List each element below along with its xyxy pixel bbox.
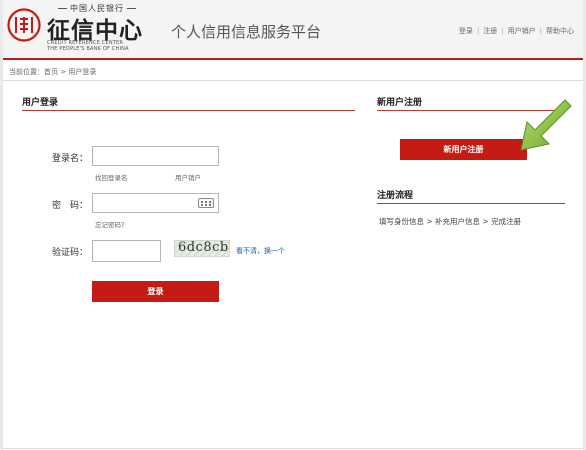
process-section-title: 注册流程	[377, 191, 414, 201]
captcha-label: 验证码：	[51, 248, 88, 258]
password-label: 密 码：	[51, 201, 88, 211]
page: 中国人民银行 征信中心 CREDIT REFERENCE CENTER THE …	[3, 0, 583, 450]
new-user-register-button[interactable]: 新用户注册	[400, 139, 527, 160]
footer-divider	[3, 448, 583, 449]
pointer-arrow-icon	[520, 99, 572, 151]
nav-help-link[interactable]: 帮助中心	[546, 27, 574, 35]
logo-seal-icon	[7, 8, 41, 42]
refresh-captcha-link[interactable]: 看不清，换一个	[236, 246, 285, 256]
captcha-input[interactable]	[92, 240, 161, 262]
breadcrumb: 当前位置：首页 > 用户登录	[9, 68, 97, 76]
top-nav: 登录 | 注册 | 用户销户 | 帮助中心	[458, 27, 574, 35]
captcha-text: 6dc8cb	[178, 240, 229, 255]
nav-register-link[interactable]: 注册	[483, 27, 497, 35]
header-divider	[3, 58, 583, 60]
registration-steps: 填写身份信息 > 补充用户信息 > 完成注册	[379, 217, 522, 226]
username-input[interactable]	[92, 146, 219, 166]
nav-logout-link[interactable]: 用户销户	[508, 27, 536, 35]
captcha-image[interactable]: 6dc8cb	[174, 240, 230, 257]
breadcrumb-divider	[3, 80, 583, 81]
platform-title: 个人信用信息服务平台	[171, 23, 322, 41]
register-section-title: 新用户注册	[377, 98, 423, 108]
cancel-account-link[interactable]: 用户销户	[175, 172, 201, 182]
login-section-divider	[22, 110, 355, 111]
soft-keyboard-icon[interactable]	[198, 198, 214, 208]
forgot-password-link[interactable]: 忘记密码？	[95, 219, 128, 229]
logo-english-line2: THE PEOPLE'S BANK OF CHINA	[47, 46, 129, 52]
username-label: 登录名：	[51, 154, 88, 164]
recover-username-link[interactable]: 找回登录名	[95, 172, 128, 182]
nav-login-link[interactable]: 登录	[459, 27, 473, 35]
login-button[interactable]: 登录	[92, 281, 219, 302]
process-section-divider	[377, 203, 565, 204]
site-header: 中国人民银行 征信中心 CREDIT REFERENCE CENTER THE …	[3, 0, 583, 58]
login-section-title: 用户登录	[22, 98, 59, 108]
